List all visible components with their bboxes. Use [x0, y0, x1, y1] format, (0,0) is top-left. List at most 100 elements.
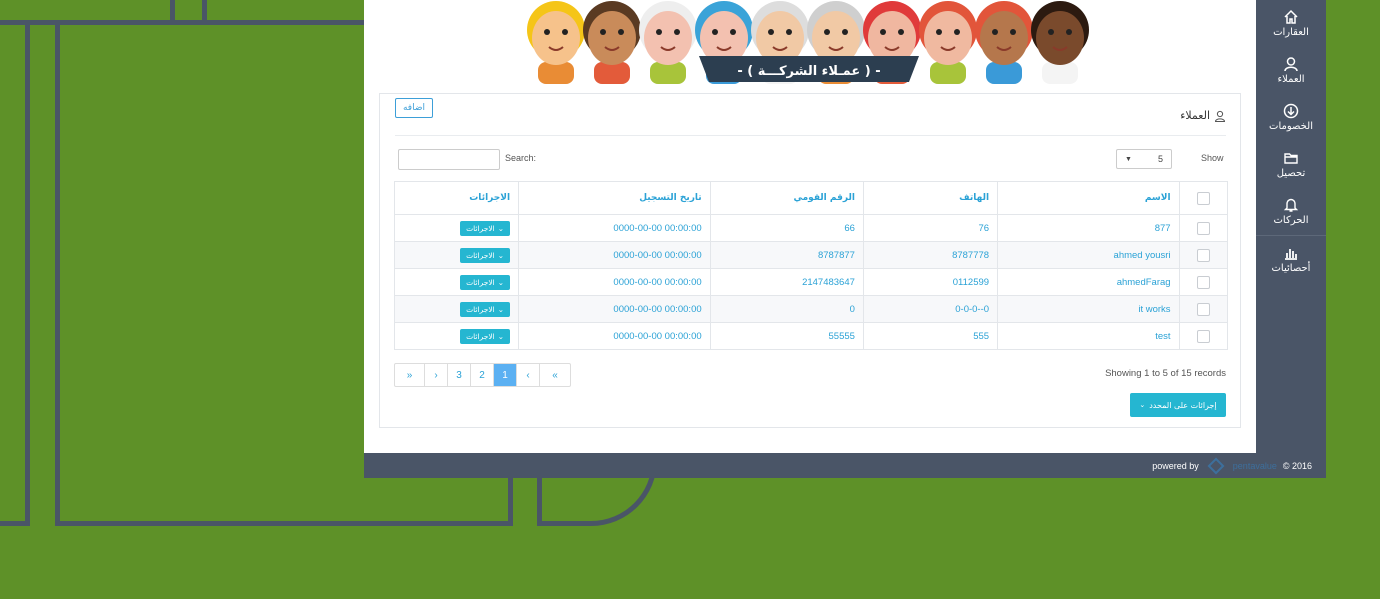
national-id-cell: 66 — [710, 214, 864, 242]
panel-title: العملاء — [1180, 109, 1226, 122]
row-checkbox-cell — [1179, 214, 1228, 242]
row-actions-button[interactable]: الاجرائات ⌄ — [460, 220, 511, 236]
row-checkbox[interactable] — [1196, 329, 1210, 343]
phone-cell: 555 — [863, 322, 999, 350]
row-checkbox-cell — [1179, 268, 1228, 296]
row-checkbox[interactable] — [1196, 248, 1210, 262]
cartoon-face-icon — [975, 1, 1033, 84]
phone-cell: 0112599 — [863, 268, 999, 296]
page-1-button[interactable]: 1 — [494, 364, 517, 386]
row-checkbox[interactable] — [1196, 302, 1210, 316]
background-outline — [0, 20, 30, 526]
select-all-checkbox-cell — [1179, 182, 1227, 215]
cartoon-face-icon — [527, 1, 585, 84]
sidebar: العقارات العملاء الخصومات تحصيل الحركات … — [1256, 0, 1326, 453]
actions-cell: الاجرائات ⌄ — [394, 214, 520, 242]
chevron-down-icon: ⌄ — [497, 277, 505, 287]
column-header-date[interactable]: تاريخ التسجيل — [518, 181, 711, 215]
column-header-national-id[interactable]: الرقم القومي — [710, 181, 864, 215]
national-id-cell: 2147483647 — [710, 268, 864, 296]
page-2-button[interactable]: 2 — [471, 364, 494, 386]
bar-chart-icon — [1285, 248, 1297, 260]
table-header-row: الاجرائات تاريخ التسجيل الرقم القومي اله… — [394, 181, 1228, 215]
date-cell: 0000-00-00 00:00:00 — [518, 295, 711, 323]
column-header-name[interactable]: الاسم — [997, 181, 1180, 215]
row-actions-button[interactable]: الاجرائات ⌄ — [460, 274, 511, 290]
row-checkbox[interactable] — [1196, 275, 1210, 289]
records-info: Showing 1 to 5 of 15 records — [1105, 368, 1226, 379]
phone-cell: 8787778 — [863, 241, 999, 269]
name-cell[interactable]: ahmed yousri — [997, 241, 1180, 269]
last-page-button[interactable]: « — [540, 364, 570, 386]
prev-page-button[interactable]: ‹ — [517, 364, 540, 386]
bulk-actions-button[interactable]: ⌄ إجرائات على المحدد — [1130, 393, 1226, 417]
table-row: الاجرائات ⌄ 0000-00-00 00:00:00 55555 555 tes… — [394, 322, 1228, 350]
actions-cell: الاجرائات ⌄ — [394, 241, 520, 269]
panel-title-text: العملاء — [1180, 109, 1210, 122]
cartoon-face-icon — [639, 1, 697, 84]
sidebar-item-movements[interactable]: الحركات — [1256, 188, 1326, 235]
footer-credits: powered by pentavalue © 2016 — [1152, 457, 1312, 475]
app-window: - ( عمـلاء الشركـــة ) - اضافه العملاء S… — [364, 0, 1326, 478]
bell-icon — [1283, 198, 1299, 212]
phone-cell: 76 — [863, 214, 999, 242]
sidebar-item-label: تحصيل — [1276, 168, 1306, 179]
background-outline — [0, 0, 175, 25]
folder-icon — [1284, 153, 1298, 164]
customers-panel: اضافه العملاء Search: ▼ 5 Show الاجرائات… — [379, 93, 1241, 428]
sidebar-item-customers[interactable]: العملاء — [1256, 47, 1326, 94]
row-actions-button[interactable]: الاجرائات ⌄ — [460, 301, 511, 317]
sidebar-item-discounts[interactable]: الخصومات — [1256, 94, 1326, 141]
table-row: الاجرائات ⌄ 0000-00-00 00:00:00 2147483647 0… — [394, 268, 1228, 296]
chevron-down-icon: ⌄ — [497, 250, 505, 260]
table-row: الاجرائات ⌄ 0000-00-00 00:00:00 66 76 877 — [394, 214, 1228, 242]
first-page-button[interactable]: » — [395, 364, 425, 386]
page-3-button[interactable]: 3 — [448, 364, 471, 386]
sidebar-item-collection[interactable]: تحصيل — [1256, 141, 1326, 188]
column-header-phone[interactable]: الهاتف — [863, 181, 999, 215]
brand-link[interactable]: pentavalue — [1233, 461, 1277, 471]
bulk-actions-label: إجرائات على المحدد — [1149, 400, 1217, 410]
sidebar-item-properties[interactable]: العقارات — [1256, 0, 1326, 47]
chevron-down-icon: ⌄ — [497, 331, 505, 341]
pagination: » › 3 2 1 ‹ « — [394, 363, 571, 387]
column-header-actions[interactable]: الاجرائات — [394, 181, 520, 215]
search-input[interactable] — [398, 149, 500, 170]
row-actions-button[interactable]: الاجرائات ⌄ — [460, 247, 511, 263]
name-cell[interactable]: ahmedFarag — [997, 268, 1180, 296]
user-icon — [1214, 110, 1226, 122]
chevron-down-icon: ⌄ — [1139, 401, 1146, 409]
sidebar-item-statistics[interactable]: أحصائيات — [1256, 235, 1326, 282]
page-size-value: 5 — [1157, 154, 1163, 164]
search-label: Search: — [505, 153, 537, 163]
row-actions-button[interactable]: الاجرائات ⌄ — [460, 328, 511, 344]
row-checkbox-cell — [1179, 295, 1228, 323]
row-checkbox[interactable] — [1196, 221, 1210, 235]
select-all-checkbox[interactable] — [1196, 191, 1210, 205]
row-checkbox-cell — [1179, 241, 1228, 269]
page-size-select[interactable]: ▼ 5 — [1116, 149, 1172, 169]
date-cell: 0000-00-00 00:00:00 — [518, 322, 711, 350]
cartoon-face-icon — [1031, 1, 1089, 84]
add-button[interactable]: اضافه — [395, 98, 433, 118]
download-circle-icon — [1283, 103, 1299, 119]
home-icon — [1284, 9, 1298, 24]
cartoon-face-icon — [919, 1, 977, 84]
national-id-cell: 55555 — [710, 322, 864, 350]
date-cell: 0000-00-00 00:00:00 — [518, 268, 711, 296]
powered-by-text: powered by — [1152, 461, 1199, 471]
sidebar-item-label: الخصومات — [1269, 121, 1313, 132]
row-actions-label: الاجرائات — [466, 277, 495, 287]
name-cell[interactable]: it works — [997, 295, 1180, 323]
show-label: Show — [1201, 153, 1224, 163]
actions-cell: الاجرائات ⌄ — [394, 295, 520, 323]
phone-cell: 0-0-0--0 — [863, 295, 999, 323]
chevron-down-icon: ⌄ — [497, 223, 505, 233]
name-cell[interactable]: 877 — [997, 214, 1180, 242]
customers-table: الاجرائات تاريخ التسجيل الرقم القومي اله… — [394, 181, 1228, 350]
name-cell[interactable]: test — [997, 322, 1180, 350]
national-id-cell: 8787877 — [710, 241, 864, 269]
background-outline — [202, 0, 382, 25]
next-page-button[interactable]: › — [425, 364, 448, 386]
chevron-down-icon: ⌄ — [497, 304, 505, 314]
